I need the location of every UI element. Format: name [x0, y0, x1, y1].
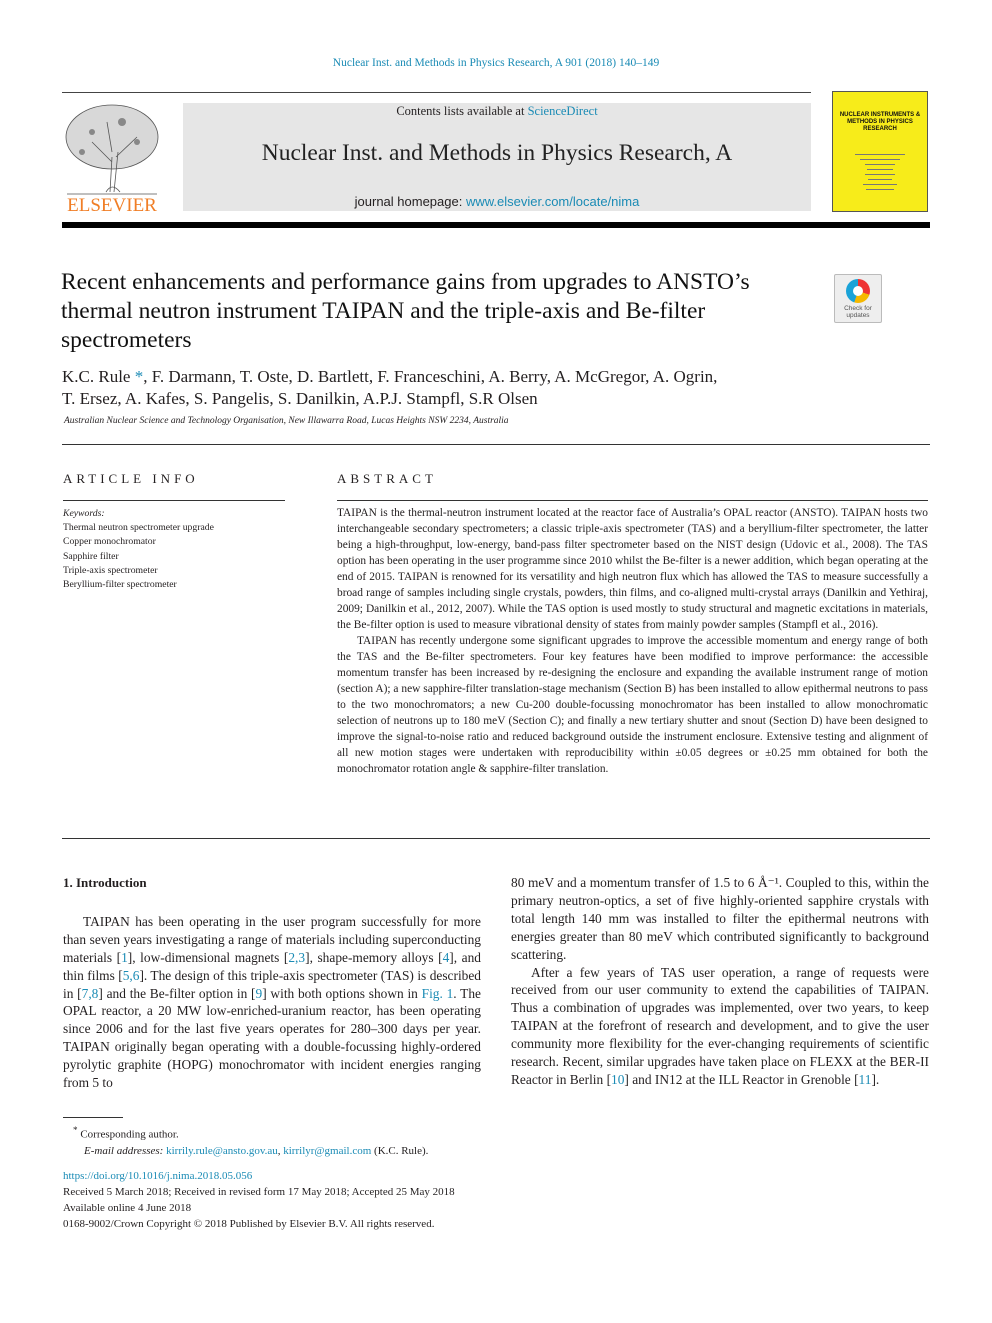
- text-run: After a few years of TAS user operation,…: [511, 964, 929, 1087]
- abstract-paragraph: TAIPAN has recently undergone some signi…: [337, 635, 928, 775]
- email-link[interactable]: kirrily.rule@ansto.gov.au: [166, 1145, 278, 1157]
- corresponding-author-marker[interactable]: *: [135, 367, 144, 386]
- keyword: Copper monochromator: [63, 536, 156, 548]
- keyword: Thermal neutron spectrometer upgrade: [63, 522, 214, 534]
- header-rule: [62, 92, 811, 93]
- author-list: K.C. Rule *, F. Darmann, T. Oste, D. Bar…: [62, 366, 822, 410]
- divider: [62, 444, 930, 445]
- journal-cover[interactable]: NUCLEAR INSTRUMENTS & METHODS IN PHYSICS…: [832, 91, 928, 212]
- check-updates-icon: [846, 279, 870, 303]
- section-heading: 1. Introduction: [63, 875, 147, 890]
- citation-link[interactable]: 5,6: [123, 968, 140, 983]
- authors-line-2: T. Ersez, A. Kafes, S. Pangelis, S. Dani…: [62, 389, 538, 408]
- divider: [63, 500, 285, 501]
- elsevier-wordmark: ELSEVIER: [67, 195, 157, 214]
- citation-link[interactable]: 2,3: [288, 950, 305, 965]
- citation-link[interactable]: 11: [859, 1072, 872, 1087]
- check-for-updates-button[interactable]: Check for updates: [834, 274, 882, 323]
- cover-text-lines: [855, 154, 905, 194]
- keyword: Beryllium-filter spectrometer: [63, 579, 177, 591]
- elsevier-logo: ELSEVIER: [62, 102, 162, 216]
- body-column-right: 80 meV and a momentum transfer of 1.5 to…: [511, 874, 929, 1089]
- citation-link[interactable]: 7,8: [82, 986, 99, 1001]
- text-run: . The OPAL reactor, a 20 MW low-enriched…: [63, 985, 481, 1091]
- check-updates-label: Check for updates: [844, 305, 872, 319]
- journal-title: Nuclear Inst. and Methods in Physics Res…: [261, 140, 733, 166]
- homepage-label: journal homepage:: [354, 194, 466, 209]
- abstract-text: TAIPAN is the thermal-neutron instrument…: [337, 505, 928, 777]
- text-run: ] with both options shown in: [262, 985, 422, 1001]
- elsevier-tree-icon: ELSEVIER: [65, 104, 159, 216]
- received-dates: Received 5 March 2018; Received in revis…: [63, 1186, 455, 1198]
- article-info-heading: ARTICLE INFO: [63, 471, 199, 486]
- body-column-left: 1. Introduction TAIPAN has been operatin…: [63, 874, 481, 1092]
- contents-label: Contents lists available at: [396, 104, 528, 118]
- keywords-label: Keywords:: [63, 508, 105, 519]
- email-label: E-mail addresses:: [84, 1144, 164, 1157]
- body-paragraph: TAIPAN has been operating in the user pr…: [63, 913, 481, 1092]
- homepage-link[interactable]: www.elsevier.com/locate/nima: [466, 194, 639, 209]
- text-run: 80 meV and a momentum transfer of 1.5 to…: [511, 875, 929, 962]
- body-paragraph: After a few years of TAS user operation,…: [511, 964, 929, 1089]
- text-run: ], shape-memory alloys [: [305, 949, 443, 965]
- email-suffix: (K.C. Rule).: [371, 1144, 429, 1157]
- contents-line: Contents lists available at ScienceDirec…: [183, 104, 811, 119]
- divider: [337, 500, 928, 501]
- citation-link[interactable]: 1: [121, 950, 128, 965]
- text-run: ] and IN12 at the ILL Reactor in Grenobl…: [624, 1071, 859, 1087]
- header-thick-rule: [62, 222, 930, 228]
- copyright: 0168-9002/Crown Copyright © 2018 Publish…: [63, 1218, 435, 1230]
- cover-title: NUCLEAR INSTRUMENTS & METHODS IN PHYSICS…: [839, 112, 921, 132]
- keywords-block: Keywords: Thermal neutron spectrometer u…: [63, 507, 214, 592]
- text-run: ].: [871, 1071, 880, 1087]
- text-run: ], low-dimensional magnets [: [127, 949, 289, 965]
- citation-link[interactable]: 10: [611, 1072, 624, 1087]
- divider: [62, 838, 930, 839]
- authors-line-1: , F. Darmann, T. Oste, D. Bartlett, F. F…: [143, 367, 718, 386]
- affiliation: Australian Nuclear Science and Technolog…: [64, 416, 509, 426]
- body-paragraph: 80 meV and a momentum transfer of 1.5 to…: [511, 874, 929, 964]
- text-run: ] and the Be-filter option in [: [98, 985, 256, 1001]
- journal-homepage: journal homepage: www.elsevier.com/locat…: [183, 194, 811, 209]
- footnote-rule: [63, 1117, 123, 1118]
- citation-link[interactable]: Fig. 1: [422, 986, 454, 1001]
- footnote: * Corresponding author. E-mail addresses…: [73, 1125, 429, 1157]
- article-title: Recent enhancements and performance gain…: [61, 269, 750, 353]
- doi-link[interactable]: https://doi.org/10.1016/j.nima.2018.05.0…: [63, 1168, 455, 1184]
- article-metadata: https://doi.org/10.1016/j.nima.2018.05.0…: [63, 1168, 455, 1232]
- keyword: Triple-axis spectrometer: [63, 564, 158, 576]
- corresponding-label: Corresponding author.: [80, 1128, 179, 1141]
- keyword: Sapphire filter: [63, 550, 119, 562]
- available-online: Available online 4 June 2018: [63, 1202, 192, 1214]
- footnote-marker: *: [73, 1125, 78, 1135]
- email-link[interactable]: kirrilyr@gmail.com: [283, 1145, 371, 1157]
- first-author: K.C. Rule: [62, 367, 135, 386]
- abstract-heading: ABSTRACT: [337, 471, 437, 486]
- journal-reference-link[interactable]: Nuclear Inst. and Methods in Physics Res…: [0, 57, 992, 69]
- sciencedirect-link[interactable]: ScienceDirect: [528, 104, 598, 118]
- abstract-paragraph: TAIPAN is the thermal-neutron instrument…: [337, 507, 928, 631]
